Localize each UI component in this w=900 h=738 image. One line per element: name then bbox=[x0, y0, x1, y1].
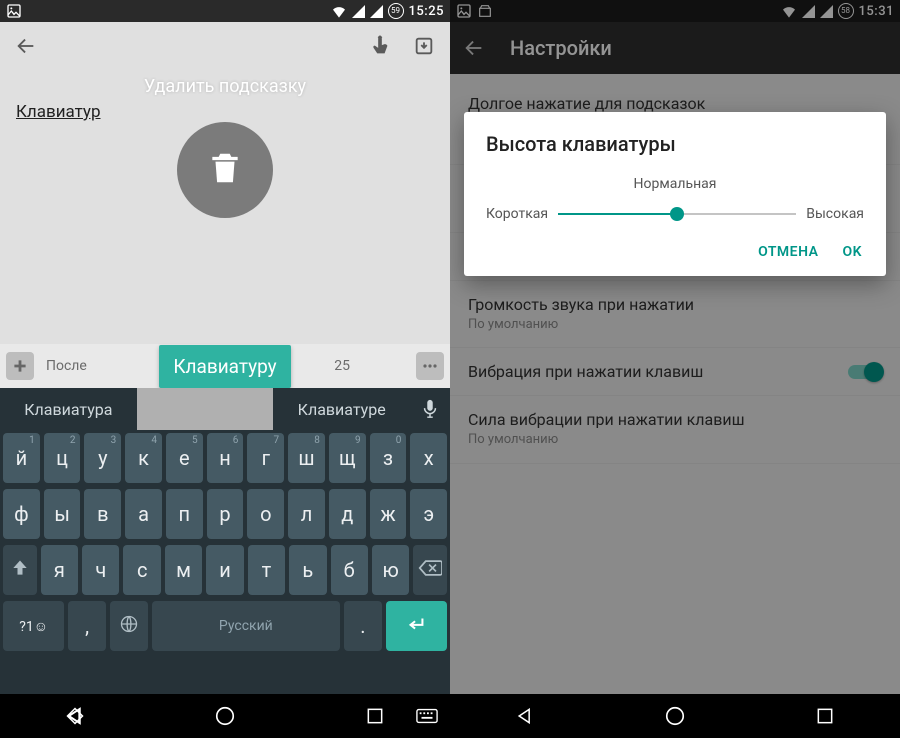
slider-max-label: Высокая bbox=[806, 206, 864, 222]
space-key[interactable]: Русский bbox=[152, 601, 340, 651]
key-а[interactable]: а bbox=[125, 489, 162, 539]
gallery-icon bbox=[6, 3, 22, 19]
comma-key[interactable]: , bbox=[68, 601, 106, 651]
key-ю[interactable]: ю bbox=[372, 545, 409, 595]
nav-home[interactable] bbox=[212, 703, 238, 729]
key-м[interactable]: м bbox=[165, 545, 202, 595]
modal-scrim[interactable] bbox=[450, 0, 900, 694]
key-р[interactable]: р bbox=[207, 489, 244, 539]
wifi-icon bbox=[331, 4, 347, 18]
key-б[interactable]: б bbox=[331, 545, 368, 595]
plus-square[interactable] bbox=[6, 352, 34, 380]
key-э[interactable]: э bbox=[410, 489, 447, 539]
keyboard: Клавиатура Клавиатуре й1ц2у3к4е5н6г7ш8щ9… bbox=[0, 388, 450, 694]
delete-hint-title: Удалить подсказку bbox=[0, 76, 450, 97]
extra-text-right: 25 bbox=[334, 358, 350, 374]
key-с[interactable]: с bbox=[123, 545, 160, 595]
ok-button[interactable]: OK bbox=[842, 244, 862, 260]
back-button[interactable] bbox=[8, 28, 44, 64]
typed-word: Клавиатур bbox=[16, 102, 101, 122]
key-ц[interactable]: ц2 bbox=[44, 433, 81, 483]
slider-value-label: Нормальная bbox=[634, 176, 717, 192]
key-й[interactable]: й1 bbox=[3, 433, 40, 483]
key-row-3: ячсмитьбю bbox=[0, 542, 450, 598]
key-д[interactable]: д bbox=[329, 489, 366, 539]
key-ф[interactable]: ф bbox=[3, 489, 40, 539]
key-и[interactable]: и bbox=[206, 545, 243, 595]
dialog-title: Высота клавиатуры bbox=[486, 132, 864, 156]
key-ш[interactable]: ш8 bbox=[288, 433, 325, 483]
backspace-icon bbox=[418, 558, 442, 582]
key-в[interactable]: в bbox=[84, 489, 121, 539]
nav-home[interactable] bbox=[662, 703, 688, 729]
overflow-square[interactable] bbox=[416, 352, 444, 380]
nav-back[interactable] bbox=[512, 703, 538, 729]
suggestion-bar: Клавиатура Клавиатуре bbox=[0, 388, 450, 430]
key-к[interactable]: к4 bbox=[125, 433, 162, 483]
cancel-button[interactable]: ОТМЕНА bbox=[758, 244, 818, 260]
nav-bar bbox=[450, 694, 900, 738]
app-toolbar bbox=[0, 22, 450, 70]
key-ь[interactable]: ь bbox=[289, 545, 326, 595]
key-з[interactable]: з0 bbox=[370, 433, 407, 483]
key-т[interactable]: т bbox=[248, 545, 285, 595]
nav-recents[interactable] bbox=[812, 703, 838, 729]
globe-icon bbox=[119, 614, 139, 639]
nav-keyboard-icon[interactable] bbox=[414, 703, 440, 729]
trash-icon bbox=[206, 149, 244, 191]
key-е[interactable]: е5 bbox=[166, 433, 203, 483]
download-icon[interactable] bbox=[406, 28, 442, 64]
period-key[interactable]: . bbox=[344, 601, 382, 651]
key-у[interactable]: у3 bbox=[84, 433, 121, 483]
backspace-key[interactable] bbox=[413, 545, 447, 595]
height-slider[interactable] bbox=[558, 202, 796, 226]
phone-right: 58 15:31 Настройки Долгое нажатие для по… bbox=[450, 0, 900, 738]
shift-key[interactable] bbox=[3, 545, 37, 595]
symbols-key[interactable]: ?1☺ bbox=[3, 601, 64, 651]
enter-icon bbox=[405, 613, 427, 640]
mic-icon[interactable] bbox=[410, 388, 450, 430]
key-я[interactable]: я bbox=[41, 545, 78, 595]
nav-back[interactable] bbox=[62, 703, 88, 729]
key-х[interactable]: х bbox=[410, 433, 447, 483]
slider-min-label: Короткая bbox=[486, 206, 548, 222]
trash-drop-target[interactable] bbox=[177, 122, 273, 218]
key-п[interactable]: п bbox=[166, 489, 203, 539]
extra-row: После Клавиатуру 25 bbox=[0, 344, 450, 388]
gesture-icon[interactable] bbox=[362, 28, 398, 64]
enter-key[interactable] bbox=[386, 601, 447, 651]
keyboard-height-dialog: Высота клавиатуры Нормальная Короткая Вы… bbox=[464, 112, 886, 276]
battery-icon: 59 bbox=[388, 3, 404, 19]
slider-thumb[interactable] bbox=[670, 207, 684, 221]
key-ы[interactable]: ы bbox=[44, 489, 81, 539]
suggestion-right[interactable]: Клавиатуре bbox=[273, 388, 410, 430]
suggestion-left[interactable]: Клавиатура bbox=[0, 388, 137, 430]
key-г[interactable]: г7 bbox=[247, 433, 284, 483]
editor-area[interactable]: Удалить подсказку Клавиатур После Клавиа… bbox=[0, 70, 450, 388]
key-row-1: й1ц2у3к4е5н6г7ш8щ9з0х bbox=[0, 430, 450, 486]
key-row-4: ?1☺ , Русский . bbox=[0, 598, 450, 654]
status-bar: 59 15:25 bbox=[0, 0, 450, 22]
nav-recents[interactable] bbox=[362, 703, 388, 729]
key-ч[interactable]: ч bbox=[82, 545, 119, 595]
clock-text: 15:25 bbox=[409, 4, 444, 19]
globe-key[interactable] bbox=[110, 601, 148, 651]
shift-icon bbox=[10, 558, 30, 583]
suggestion-chip[interactable]: Клавиатуру bbox=[159, 345, 290, 388]
phone-left: 59 15:25 Удалить подсказку Клавиатур bbox=[0, 0, 450, 738]
key-л[interactable]: л bbox=[288, 489, 325, 539]
key-щ[interactable]: щ9 bbox=[329, 433, 366, 483]
nav-bar bbox=[0, 694, 450, 738]
key-ж[interactable]: ж bbox=[370, 489, 407, 539]
suggestion-center[interactable] bbox=[137, 388, 274, 430]
key-о[interactable]: о bbox=[247, 489, 284, 539]
extra-text-left: После bbox=[46, 358, 87, 374]
key-н[interactable]: н6 bbox=[207, 433, 244, 483]
signal-icon bbox=[352, 5, 365, 18]
key-row-2: фывапролджэ bbox=[0, 486, 450, 542]
signal-icon-2 bbox=[370, 5, 383, 18]
